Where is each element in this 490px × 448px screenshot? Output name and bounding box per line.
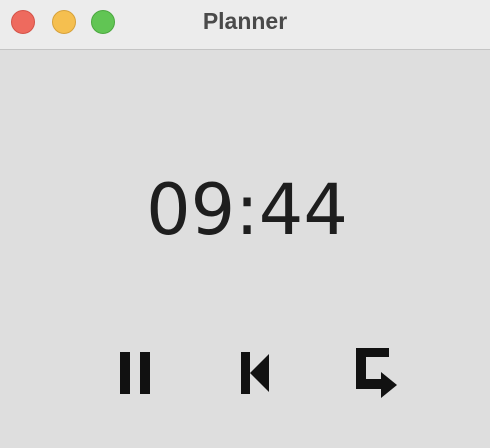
timer-display: 09:44 bbox=[146, 169, 348, 251]
repeat-button[interactable] bbox=[346, 345, 406, 401]
pause-icon bbox=[120, 352, 150, 394]
pause-button[interactable] bbox=[106, 345, 166, 401]
repeat-icon bbox=[356, 348, 397, 398]
planner-window: Planner 09:44 bbox=[0, 0, 490, 448]
window-title: Planner bbox=[202, 8, 288, 34]
skip-back-button[interactable] bbox=[226, 345, 286, 401]
title-bar: Planner bbox=[0, 0, 490, 50]
skip-back-icon bbox=[241, 352, 269, 394]
